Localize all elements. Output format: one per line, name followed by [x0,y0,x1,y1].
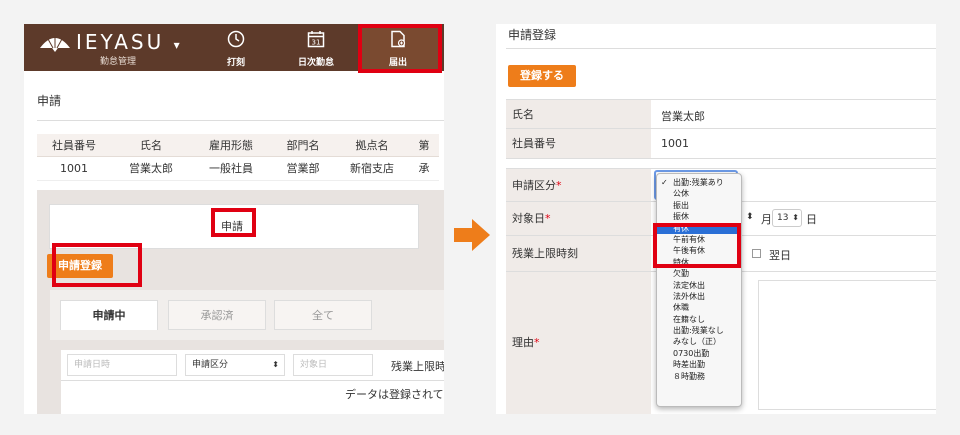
brand-subtitle: 勤怠管理 [100,57,137,67]
category-select[interactable]: 申請区分 ⬍ [185,354,285,376]
calendar-day: 31 [312,39,321,47]
register-title-divider [506,48,936,49]
reason-textarea[interactable] [758,280,936,410]
nav-daily-attendance[interactable]: 31 日次勤怠 [276,24,356,71]
right-screenshot: 申請登録 登録する 氏名 営業太郎 社員番号 1001 申請区分* 対象日* ⬍… [496,24,936,414]
next-day-label: 翌日 [769,249,791,262]
day-select[interactable]: 13 ⬍ [772,209,802,227]
subtab-all[interactable]: 全て [274,300,372,330]
dropdown-option[interactable]: 法外休出 [657,291,741,302]
filter-bar: 申請日時 申請区分 ⬍ 対象日 残業上限時 データは登録されて [61,350,444,414]
dropdown-option[interactable]: 在籍なし [657,314,741,325]
day-suffix: 日 [806,213,817,226]
dropdown-option[interactable]: みなし（正） [657,336,741,347]
left-screenshot: IEYASU ▾ 勤怠管理 打刻 31 日次勤怠 届出 申請 社員番号 氏名 雇… [24,24,444,414]
next-day-checkbox[interactable] [752,249,761,258]
nav-daily-attendance-label: 日次勤怠 [297,58,334,68]
cell-department: 営業部 [271,156,335,181]
month-suffix: 月 [761,213,772,226]
option-checked[interactable]: ✓ 出勤:残業あり [657,177,741,188]
row-employee-id: 社員番号 1001 [506,129,936,159]
required-mark: * [556,179,562,192]
cell-branch: 新宿支店 [335,156,409,181]
nav-punch-label: 打刻 [226,58,245,68]
employee-id-label: 社員番号 [506,129,651,158]
page-title: 申請 [37,94,62,108]
required-mark: * [545,212,551,225]
dropdown-option[interactable]: 振休 [657,211,741,222]
request-date-input[interactable]: 申請日時 [67,354,177,376]
category-dropdown-menu[interactable]: ✓ 出勤:残業あり 公休 振出 振休 有休 午前有休 午後有休 特休 欠勤 法定休… [656,173,742,407]
col-employee-id: 社員番号 [37,134,111,157]
cell-truncated: 承 [409,156,439,181]
dropdown-option[interactable]: 法定休出 [657,280,741,291]
dropdown-option[interactable]: 公休 [657,188,741,199]
subtab-approved[interactable]: 承認済 [168,300,266,330]
col-branch: 拠点名 [335,134,409,157]
brand-logo[interactable]: IEYASU ▾ 勤怠管理 [36,28,196,68]
row-name: 氏名 営業太郎 [506,99,936,129]
highlight-nav-requests [358,24,442,73]
cell-name: 営業太郎 [111,156,191,181]
reason-label-text: 理由 [512,336,534,349]
subtab-pending[interactable]: 申請中 [60,300,158,330]
fan-logo-icon [40,37,70,52]
col-name: 氏名 [111,134,191,157]
brand-name: IEYASU ▾ [76,30,183,54]
title-divider [37,120,444,121]
filter-divider [61,380,444,381]
brand-caret: ▾ [173,38,183,52]
highlight-request-tab [211,208,256,237]
table-row: 1001 営業太郎 一般社員 営業部 新宿支店 承 [37,156,439,181]
nav-punch[interactable]: 打刻 [196,24,276,71]
save-register-button[interactable]: 登録する [508,65,576,87]
dropdown-option[interactable]: ８時勤務 [657,371,741,382]
target-date-label: 対象日* [506,202,651,235]
checkmark-icon: ✓ [661,178,668,187]
required-mark: * [534,336,540,349]
empty-message: データは登録されて [345,388,444,401]
select-arrows-icon: ⬍ [792,213,799,222]
employee-table: 社員番号 氏名 雇用形態 部門名 拠点名 第 1001 営業太郎 一般社員 営業… [37,134,439,181]
col-truncated: 第 [409,134,439,157]
subtab-bar: 申請中 承認済 全て [50,290,444,340]
dropdown-option[interactable]: 休職 [657,302,741,313]
month-stepper-arrow[interactable]: ⬍ [746,212,754,222]
target-date-label-text: 対象日 [512,212,545,225]
dropdown-option[interactable]: 振出 [657,200,741,211]
cell-employee-id: 1001 [37,156,111,181]
cell-employment-type: 一般社員 [191,156,271,181]
category-label: 申請区分* [506,169,651,201]
col-employment-type: 雇用形態 [191,134,271,157]
name-value: 営業太郎 [661,110,705,123]
employee-id-value: 1001 [661,137,689,150]
select-arrows-icon: ⬍ [272,360,279,369]
day-value: 13 [777,213,789,223]
overtime-label: 残業上限時刻 [506,236,651,271]
dropdown-option[interactable]: 時差出勤 [657,359,741,370]
overtime-filter-label: 残業上限時 [391,360,444,373]
col-department: 部門名 [271,134,335,157]
highlight-register-button [52,243,142,287]
table-header-row: 社員番号 氏名 雇用形態 部門名 拠点名 第 [37,134,439,157]
clock-icon [227,30,245,48]
reason-label: 理由* [506,272,651,414]
category-label-text: 申請区分 [512,179,556,192]
arrow-right-icon [454,219,490,251]
dropdown-option[interactable]: 出勤:残業なし [657,325,741,336]
highlight-paid-leave-options [653,223,741,268]
target-date-input[interactable]: 対象日 [293,354,373,376]
dropdown-option[interactable]: 0730出勤 [657,348,741,359]
register-title: 申請登録 [508,28,557,42]
calendar-icon: 31 [307,31,325,48]
dropdown-option[interactable]: 欠勤 [657,268,741,279]
name-label: 氏名 [506,100,651,128]
category-select-value: 申請区分 [192,360,229,370]
